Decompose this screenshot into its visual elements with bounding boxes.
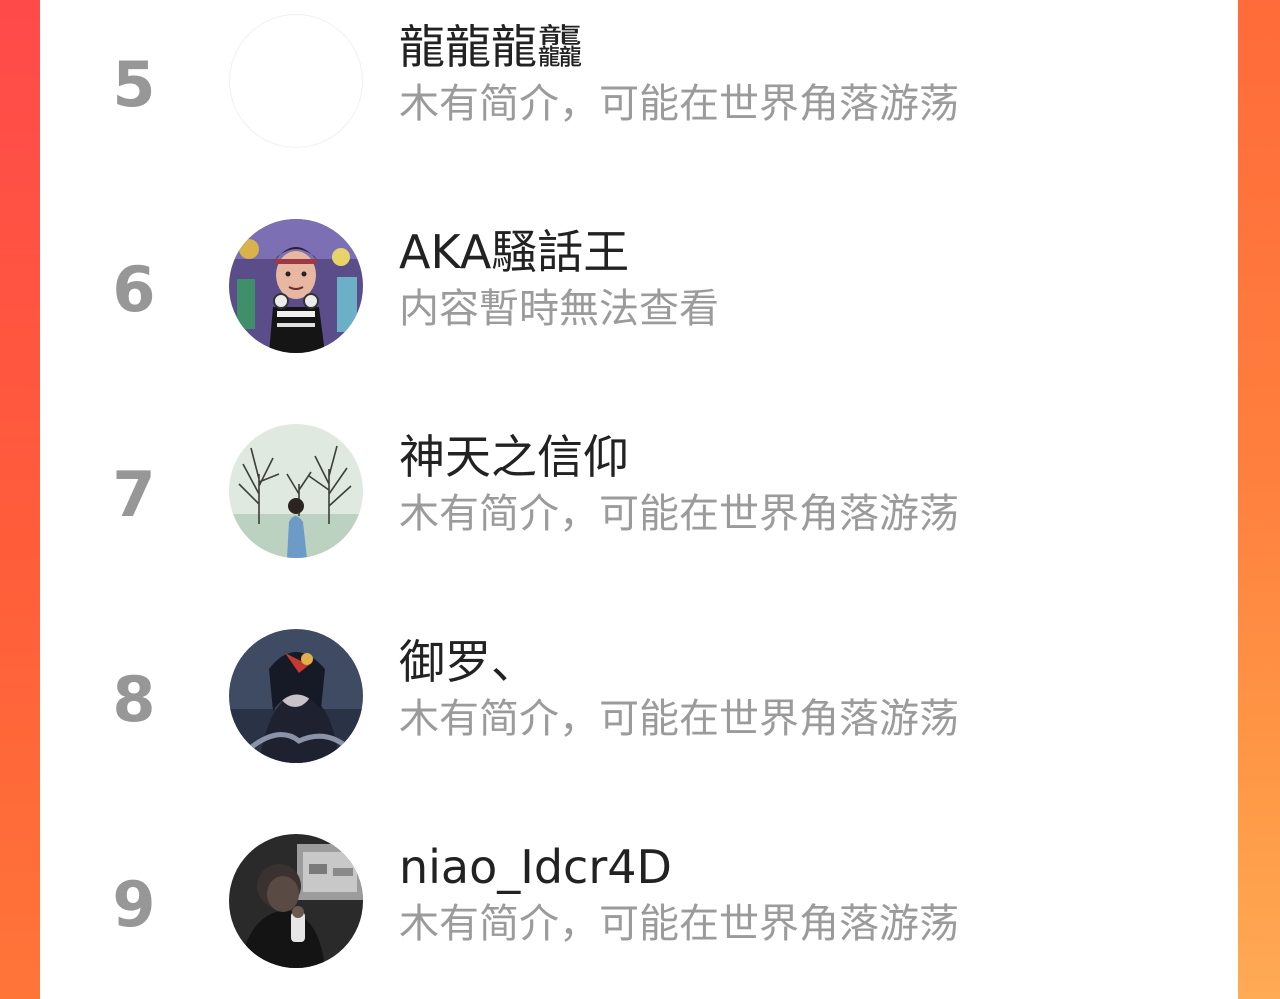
rank-number: 5	[112, 48, 156, 121]
ranking-list-card: 5 龍龍龍龘 木有简介，可能在世界角落游荡 6 AKA騷話王 内容暫時無法查看 …	[40, 0, 1238, 999]
anime-character-avatar[interactable]	[229, 219, 363, 353]
user-bio: 木有简介，可能在世界角落游荡	[399, 81, 959, 127]
rank-number: 8	[112, 663, 156, 736]
trees-person-avatar[interactable]	[229, 424, 363, 558]
user-name[interactable]: AKA騷話王	[399, 227, 629, 278]
ranking-row[interactable]: 6 AKA騷話王 内容暫時無法查看	[40, 215, 1238, 375]
rank-number: 6	[112, 253, 156, 326]
rank-number: 9	[112, 868, 156, 941]
ranking-row[interactable]: 7 神天之信仰 木有简介，可能在世界角落游荡	[40, 420, 1238, 580]
background-left-strip	[0, 0, 40, 999]
user-name[interactable]: niao_Idcr4D	[399, 842, 672, 893]
blank-avatar[interactable]	[229, 14, 363, 148]
ranking-row[interactable]: 8 御罗、 木有简介，可能在世界角落游荡	[40, 625, 1238, 785]
ranking-row[interactable]: 9 niao_Idcr4D 木有简介，可能在世界角落游荡	[40, 830, 1238, 990]
dark-character-avatar[interactable]	[229, 629, 363, 763]
user-name[interactable]: 神天之信仰	[399, 432, 629, 483]
user-bio: 木有简介，可能在世界角落游荡	[399, 491, 959, 537]
user-bio: 内容暫時無法查看	[399, 286, 719, 332]
ranking-row[interactable]: 5 龍龍龍龘 木有简介，可能在世界角落游荡	[40, 10, 1238, 170]
background-right-strip	[1238, 0, 1280, 999]
user-name[interactable]: 御罗、	[399, 637, 537, 688]
user-bio: 木有简介，可能在世界角落游荡	[399, 696, 959, 742]
user-name[interactable]: 龍龍龍龘	[399, 22, 583, 73]
car-person-avatar[interactable]	[229, 834, 363, 968]
user-bio: 木有简介，可能在世界角落游荡	[399, 901, 959, 947]
rank-number: 7	[112, 458, 156, 531]
leaderboard-screen: 5 龍龍龍龘 木有简介，可能在世界角落游荡 6 AKA騷話王 内容暫時無法查看 …	[0, 0, 1280, 999]
